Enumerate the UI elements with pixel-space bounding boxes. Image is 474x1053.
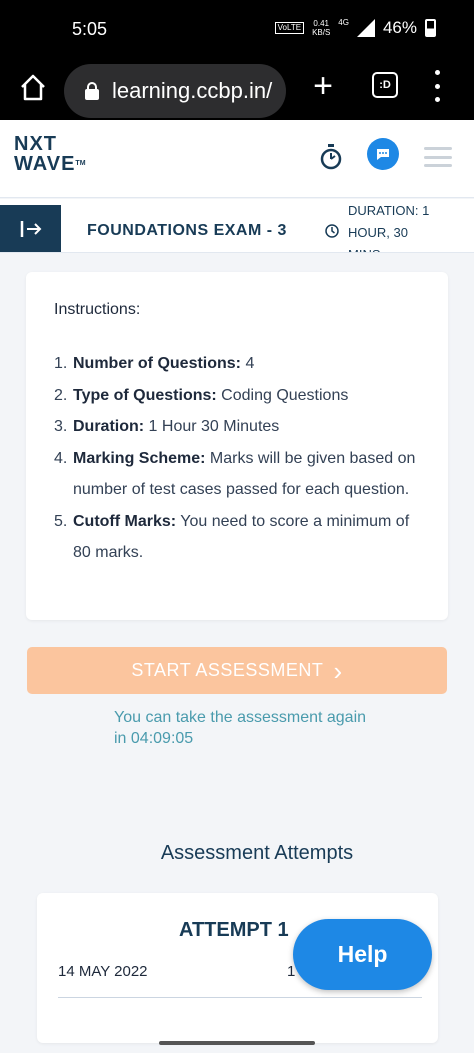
- attempt-date: 14 MAY 2022: [58, 963, 148, 980]
- retake-countdown-note: You can take the assessment again in 04:…: [114, 709, 367, 747]
- volte-icon: VoLTE: [274, 22, 305, 34]
- instruction-number: 1.: [54, 355, 68, 372]
- logo-line1: NXT: [14, 133, 57, 155]
- exam-duration: DURATION: 1 HOUR, 30 MINS: [348, 200, 448, 252]
- chat-icon[interactable]: [367, 138, 399, 170]
- clock-icon: [325, 224, 339, 238]
- help-button[interactable]: Help: [293, 919, 432, 990]
- instruction-label: Type of Questions:: [73, 386, 217, 404]
- instructions-heading: Instructions:: [54, 301, 141, 318]
- gesture-navigation-bar[interactable]: [159, 1041, 315, 1045]
- browser-menu-icon[interactable]: [428, 70, 446, 102]
- browser-toolbar: learning.ccbp.in/ + :D: [0, 60, 474, 120]
- instruction-label: Cutoff Marks:: [73, 512, 177, 530]
- chevron-right-icon: ›: [333, 655, 343, 686]
- tab-switcher-button[interactable]: :D: [372, 72, 398, 98]
- instruction-number: 2.: [54, 386, 68, 404]
- logo-tm: TM: [75, 160, 86, 167]
- start-assessment-button[interactable]: START ASSESSMENT ›: [27, 647, 447, 694]
- duration-line2: HOUR, 30: [348, 225, 408, 240]
- hamburger-menu-icon[interactable]: [424, 147, 452, 167]
- network-speed-unit: KB/S: [312, 28, 331, 37]
- app-header: NXT WAVETM: [0, 120, 474, 198]
- new-tab-icon[interactable]: +: [308, 66, 338, 106]
- home-icon[interactable]: [18, 72, 48, 102]
- instruction-label: Number of Questions:: [73, 355, 242, 372]
- instruction-number: 3.: [54, 418, 68, 435]
- instruction-item: 1. Number of Questions: 4: [54, 348, 424, 380]
- duration-line1: DURATION: 1: [348, 203, 430, 218]
- network-speed-value: 0.41: [313, 19, 329, 28]
- instructions-list: 1. Number of Questions: 4 2. Type of Que…: [54, 348, 424, 569]
- instruction-number: 5.: [54, 512, 68, 530]
- instruction-number: 4.: [54, 449, 68, 467]
- instruction-item: 4. Marking Scheme: Marks will be given b…: [54, 443, 424, 506]
- address-bar[interactable]: learning.ccbp.in/: [64, 64, 286, 118]
- instruction-label: Duration:: [73, 418, 145, 435]
- lock-icon: [85, 82, 99, 100]
- instruction-item: 2. Type of Questions: Coding Questions: [54, 380, 424, 412]
- instruction-text: 4: [241, 355, 255, 372]
- attempt-title: ATTEMPT 1: [179, 919, 289, 941]
- sidebar-toggle-button[interactable]: [0, 205, 61, 252]
- url-text: learning.ccbp.in/: [112, 78, 273, 103]
- exam-title: FOUNDATIONS EXAM - 3: [87, 222, 287, 239]
- instruction-text: 1 Hour 30 Minutes: [144, 418, 280, 435]
- instructions-card: Instructions: 1. Number of Questions: 4 …: [26, 272, 448, 620]
- instruction-item: 5. Cutoff Marks: You need to score a min…: [54, 506, 424, 569]
- status-indicators: VoLTE 0.41 KB/S 4G 46%: [274, 18, 436, 38]
- stopwatch-icon[interactable]: [319, 144, 343, 170]
- network-speed: 0.41 KB/S: [312, 19, 330, 37]
- network-type: 4G: [338, 18, 349, 27]
- start-assessment-label: START ASSESSMENT: [131, 660, 324, 680]
- instruction-label: Marking Scheme:: [73, 449, 206, 467]
- instruction-item: 3. Duration: 1 Hour 30 Minutes: [54, 411, 424, 443]
- divider: [58, 997, 422, 998]
- status-bar: 5:05 VoLTE 0.41 KB/S 4G 46%: [0, 0, 474, 60]
- logo-line2: WAVE: [14, 153, 76, 175]
- attempts-heading: Assessment Attempts: [160, 842, 354, 864]
- nxtwave-logo[interactable]: NXT WAVETM: [14, 134, 86, 174]
- expand-arrow-icon: [20, 221, 41, 237]
- status-time: 5:05: [72, 19, 108, 39]
- duration-line3: MINS: [348, 244, 448, 252]
- battery-icon: [425, 19, 436, 37]
- battery-percent: 46%: [382, 18, 417, 37]
- exam-header: FOUNDATIONS EXAM - 3 DURATION: 1 HOUR, 3…: [0, 199, 474, 253]
- signal-icon: [356, 19, 375, 37]
- instruction-text: Coding Questions: [216, 386, 349, 404]
